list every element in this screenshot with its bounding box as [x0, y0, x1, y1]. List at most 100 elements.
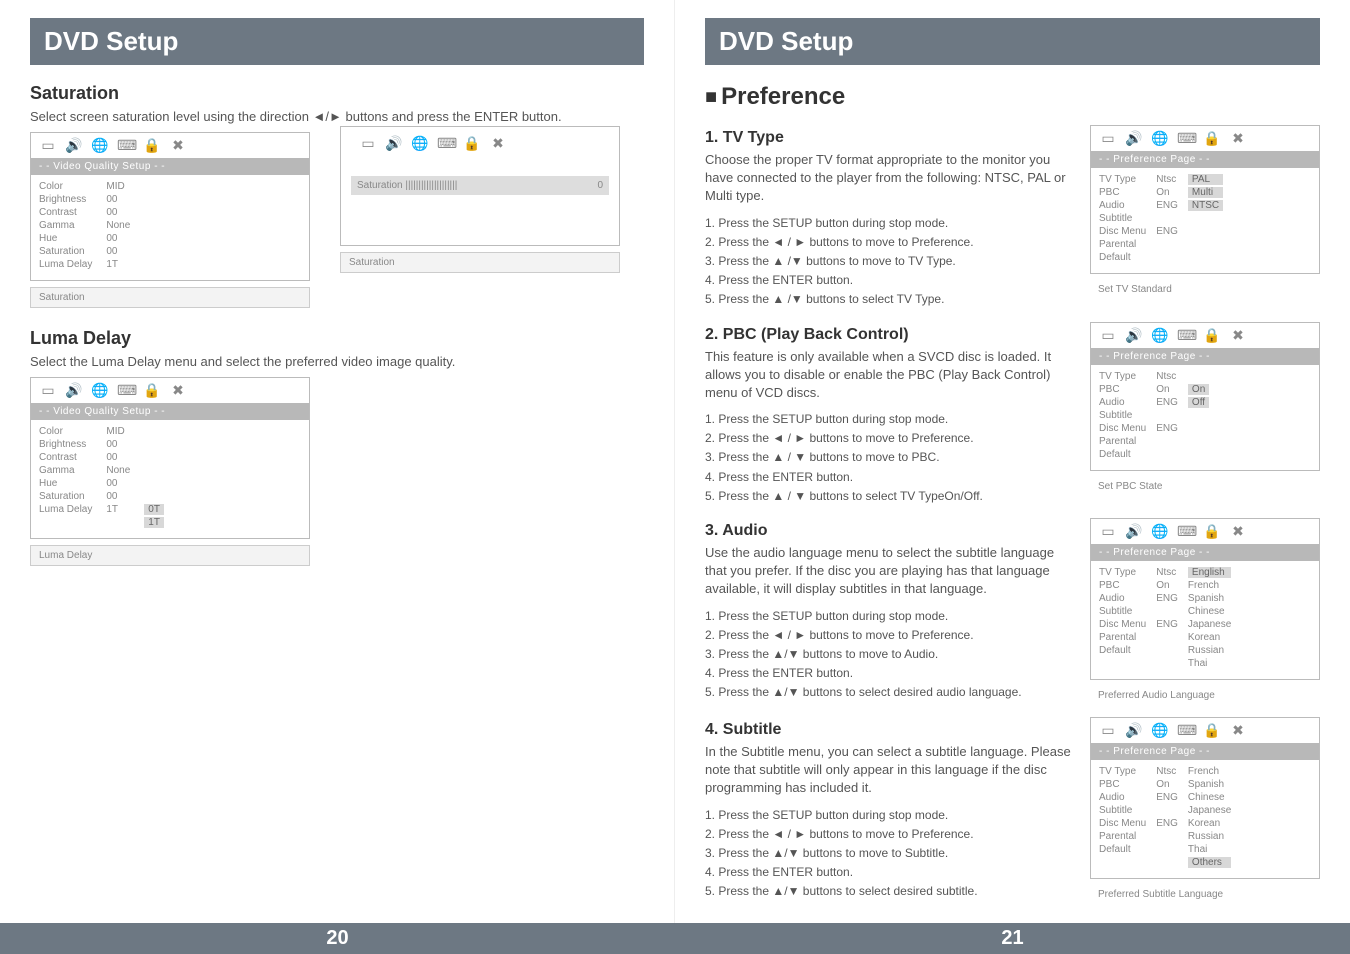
step: 5. Press the ▲ /▼ buttons to select TV T…	[705, 290, 1076, 309]
step: 5. Press the ▲/▼ buttons to select desir…	[705, 882, 1076, 901]
osd-option: Spanish	[1188, 779, 1231, 790]
osd-value: MID	[106, 181, 130, 192]
step: 3. Press the ▲/▼ buttons to move to Audi…	[705, 645, 1076, 664]
osd-icon-globe: 🌐	[91, 382, 109, 399]
osd-option: French	[1188, 580, 1231, 591]
osd-icon-globe: 🌐	[1151, 327, 1169, 344]
osd-value: On	[1156, 580, 1178, 591]
osd-option: Multi	[1188, 187, 1223, 198]
osd-label: Gamma	[39, 465, 92, 476]
osd-label: Hue	[39, 478, 92, 489]
page-number-left: 20	[0, 923, 675, 954]
osd-icon-lock: 🔒	[1203, 130, 1221, 147]
osd-option: Korean	[1188, 818, 1231, 829]
osd-option: French	[1188, 766, 1231, 777]
step: 4. Press the ENTER button.	[705, 664, 1076, 683]
osd-icon-speaker: 🔊	[65, 137, 83, 154]
osd-label: Default	[1099, 252, 1146, 263]
osd-value: 00	[106, 194, 130, 205]
osd-banner: - - Preference Page - -	[1091, 151, 1319, 168]
osd-value: ENG	[1156, 226, 1178, 237]
osd-label: Audio	[1099, 593, 1146, 604]
step: 3. Press the ▲ / ▼ buttons to move to PB…	[705, 448, 1076, 467]
osd-caption: Luma Delay	[30, 545, 310, 566]
osd-label: Contrast	[39, 207, 92, 218]
subtitle-title: 4. Subtitle	[705, 721, 1076, 739]
osd-label: Subtitle	[1099, 410, 1146, 421]
osd-option: Thai	[1188, 844, 1231, 855]
osd-icon-globe: 🌐	[1151, 523, 1169, 540]
osd-label: Saturation	[39, 246, 92, 257]
osd-value: ENG	[1156, 619, 1178, 630]
osd-value: On	[1156, 187, 1178, 198]
pbc-desc: This feature is only available when a SV…	[705, 348, 1076, 403]
osd-icon-lock: 🔒	[143, 137, 161, 154]
subtitle-section: 4. Subtitle In the Subtitle menu, you ca…	[705, 711, 1320, 904]
osd-option: Others	[1188, 857, 1231, 868]
osd-label: Disc Menu	[1099, 423, 1146, 434]
osd-option: Chinese	[1188, 792, 1231, 803]
osd-icon-tools: ✖	[1229, 327, 1247, 344]
pbc-title: 2. PBC (Play Back Control)	[705, 326, 1076, 344]
osd-icon-tools: ✖	[169, 137, 187, 154]
osd-label: Subtitle	[1099, 805, 1146, 816]
osd-caption: Set TV Standard	[1090, 280, 1320, 299]
osd-value: 1T	[106, 259, 130, 270]
osd-value: 00	[106, 207, 130, 218]
osd-banner: - - Video Quality Setup - -	[31, 158, 309, 175]
osd-label: Color	[39, 426, 92, 437]
osd-icon-display: ▭	[39, 137, 57, 154]
osd-label: Subtitle	[1099, 606, 1146, 617]
osd-icon-speaker: 🔊	[1125, 130, 1143, 147]
osd-value: ENG	[1156, 397, 1178, 408]
osd-value: Ntsc	[1156, 371, 1178, 382]
osd-icon-row: ▭ 🔊 🌐 ⌨ 🔒 ✖	[1091, 323, 1319, 348]
preference-heading: ■Preference	[705, 83, 1320, 111]
osd-option: On	[1188, 384, 1209, 395]
osd-banner: - - Preference Page - -	[1091, 348, 1319, 365]
osd-icon-globe: 🌐	[1151, 722, 1169, 739]
pbc-osd: ▭ 🔊 🌐 ⌨ 🔒 ✖ - - Preference Page - - TV T…	[1090, 316, 1320, 496]
osd-label: Disc Menu	[1099, 619, 1146, 630]
osd-icon-row: ▭ 🔊 🌐 ⌨ 🔒 ✖	[351, 131, 609, 156]
osd-label: Luma Delay	[39, 504, 92, 515]
osd-option: 0T	[144, 504, 164, 515]
step: 5. Press the ▲/▼ buttons to select desir…	[705, 683, 1076, 702]
osd-label: Default	[1099, 844, 1146, 855]
osd-icon-tools: ✖	[489, 135, 507, 152]
step: 1. Press the SETUP button during stop mo…	[705, 410, 1076, 429]
osd-icon-display: ▭	[359, 135, 377, 152]
audio-desc: Use the audio language menu to select th…	[705, 544, 1076, 599]
osd-icon-keyboard: ⌨	[1177, 130, 1195, 147]
osd-icon-lock: 🔒	[1203, 523, 1221, 540]
step: 1. Press the SETUP button during stop mo…	[705, 806, 1076, 825]
osd-icon-row: ▭ 🔊 🌐 ⌨ 🔒 ✖	[31, 133, 309, 158]
osd-icon-globe: 🌐	[91, 137, 109, 154]
osd-label: Brightness	[39, 194, 92, 205]
osd-option: 1T	[144, 517, 164, 528]
subtitle-desc: In the Subtitle menu, you can select a s…	[705, 743, 1076, 798]
tvtype-desc: Choose the proper TV format appropriate …	[705, 151, 1076, 206]
osd-value: ENG	[1156, 423, 1178, 434]
osd-label: Default	[1099, 449, 1146, 460]
osd-value: Ntsc	[1156, 567, 1178, 578]
osd-icon-keyboard: ⌨	[1177, 327, 1195, 344]
osd-icon-lock: 🔒	[463, 135, 481, 152]
osd-icon-tools: ✖	[1229, 722, 1247, 739]
osd-value: MID	[106, 426, 130, 437]
tvtype-osd: ▭ 🔊 🌐 ⌨ 🔒 ✖ - - Preference Page - - TV T…	[1090, 119, 1320, 299]
osd-label: TV Type	[1099, 174, 1146, 185]
osd-icon-speaker: 🔊	[1125, 327, 1143, 344]
osd-label: Audio	[1099, 397, 1146, 408]
osd-option: Thai	[1188, 658, 1231, 669]
step: 2. Press the ◄ / ► buttons to move to Pr…	[705, 825, 1076, 844]
luma-title: Luma Delay	[30, 328, 644, 349]
step: 1. Press the SETUP button during stop mo…	[705, 214, 1076, 233]
saturation-osd-left: ▭ 🔊 🌐 ⌨ 🔒 ✖ - - Video Quality Setup - - …	[30, 126, 310, 308]
osd-option: Japanese	[1188, 805, 1231, 816]
slider-fill: ||||||||||||||||||||	[405, 180, 457, 191]
osd-value: On	[1156, 384, 1178, 395]
osd-label: PBC	[1099, 580, 1146, 591]
osd-icon-speaker: 🔊	[65, 382, 83, 399]
osd-icon-keyboard: ⌨	[437, 135, 455, 152]
